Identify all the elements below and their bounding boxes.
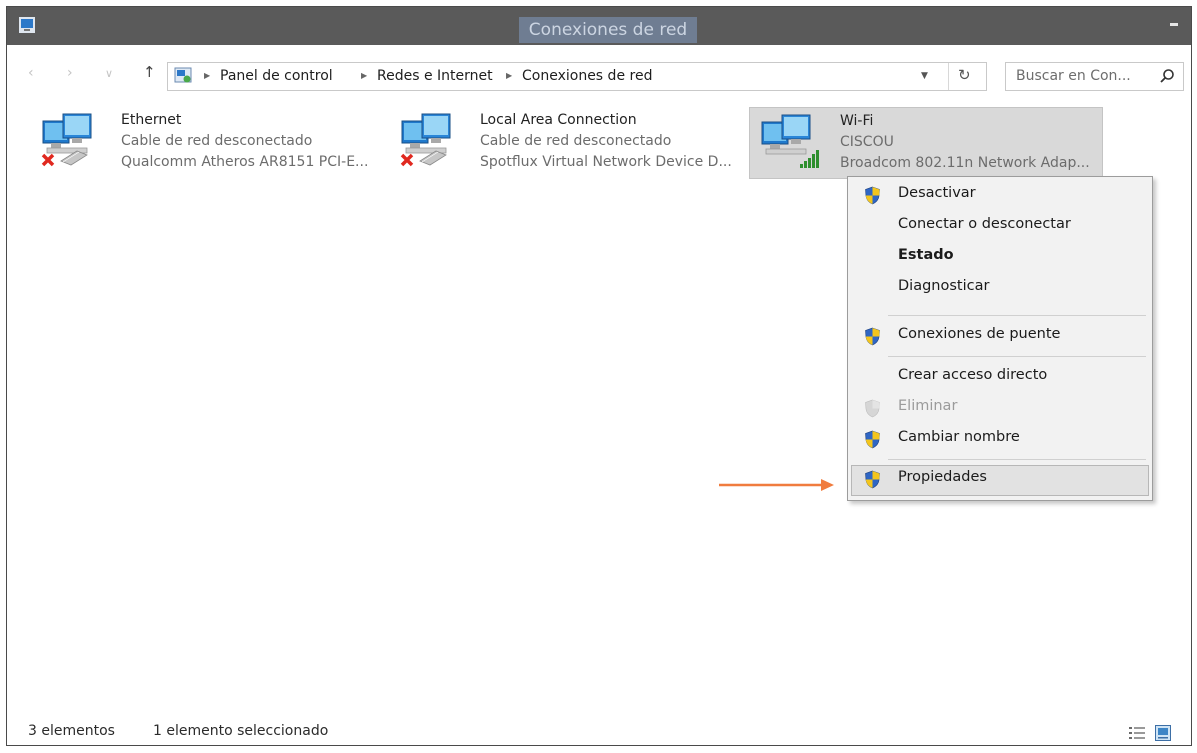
status-bar: 3 elementos 1 elemento seleccionado xyxy=(7,713,1191,745)
recent-locations-button[interactable]: ∨ xyxy=(105,67,113,80)
menu-item-label: Crear acceso directo xyxy=(898,367,1048,383)
menu-item-label: Cambiar nombre xyxy=(898,429,1020,445)
shield-icon xyxy=(865,430,880,449)
connection-device: Broadcom 802.11n Network Adap... xyxy=(840,155,1090,171)
menu-item-label: Propiedades xyxy=(898,469,987,485)
breadcrumb-redes-e-internet[interactable]: Redes e Internet xyxy=(377,68,493,84)
explorer-window: Conexiones de red ‹ › ∨ ↑ ▶ Panel de con… xyxy=(6,6,1192,746)
menu-item-label: Eliminar xyxy=(898,398,958,414)
orange-arrow-annotation xyxy=(719,479,834,491)
connection-details: Wi-Fi CISCOU Broadcom 802.11n Network Ad… xyxy=(840,111,1090,174)
menu-separator xyxy=(888,459,1146,460)
network-connections-app-icon xyxy=(19,17,35,33)
chevron-right-icon: ▶ xyxy=(204,71,211,80)
menu-item-label: Conexiones de puente xyxy=(898,326,1061,342)
connection-name: Local Area Connection xyxy=(480,112,637,128)
connection-wifi[interactable]: Wi-Fi CISCOU Broadcom 802.11n Network Ad… xyxy=(749,107,1103,179)
menu-item-label: Estado xyxy=(898,247,954,263)
chevron-right-icon: ▶ xyxy=(361,71,368,80)
address-bar[interactable]: ▶ Panel de control ▶ Redes e Internet ▶ … xyxy=(167,62,987,91)
menu-item-cambiar-nombre[interactable]: Cambiar nombre xyxy=(851,425,1149,453)
search-placeholder: Buscar en Con... xyxy=(1016,68,1131,84)
menu-item-conectar-desconectar[interactable]: Conectar o desconectar xyxy=(851,212,1149,240)
shield-icon xyxy=(865,470,880,489)
menu-separator xyxy=(888,315,1146,316)
connection-name: Wi-Fi xyxy=(840,113,874,129)
menu-item-conexiones-puente[interactable]: Conexiones de puente xyxy=(851,322,1149,350)
menu-item-desactivar[interactable]: Desactivar xyxy=(851,181,1149,209)
search-icon[interactable] xyxy=(1159,68,1175,84)
back-button[interactable]: ‹ xyxy=(28,65,34,81)
wired-disconnected-icon xyxy=(41,113,92,167)
shield-icon xyxy=(865,186,880,205)
address-divider xyxy=(948,63,949,90)
minimize-icon xyxy=(1170,23,1178,26)
chevron-right-icon: ▶ xyxy=(506,71,513,80)
breadcrumb-panel-de-control[interactable]: Panel de control xyxy=(220,68,333,84)
window-title: Conexiones de red xyxy=(519,17,697,43)
menu-item-label: Conectar o desconectar xyxy=(898,216,1071,232)
menu-item-diagnosticar[interactable]: Diagnosticar xyxy=(851,274,1149,302)
menu-item-eliminar: Eliminar xyxy=(851,394,1149,422)
minimize-button[interactable] xyxy=(1167,17,1181,33)
title-bar: Conexiones de red xyxy=(7,7,1191,45)
connection-status: Cable de red desconectado xyxy=(480,133,672,149)
connection-details: Ethernet Cable de red desconectado Qualc… xyxy=(121,110,368,173)
shield-icon xyxy=(865,327,880,346)
connection-ethernet[interactable]: Ethernet Cable de red desconectado Qualc… xyxy=(31,107,385,179)
wired-disconnected-icon xyxy=(400,113,451,167)
control-panel-icon xyxy=(174,67,192,83)
chevron-down-icon[interactable]: ▼ xyxy=(921,71,928,81)
connection-device: Spotflux Virtual Network Device D... xyxy=(480,154,732,170)
connection-local-area[interactable]: Local Area Connection Cable de red desco… xyxy=(390,107,744,179)
search-box[interactable]: Buscar en Con... xyxy=(1005,62,1184,91)
menu-item-label: Desactivar xyxy=(898,185,976,201)
menu-item-estado[interactable]: Estado xyxy=(851,243,1149,271)
selection-count: 1 elemento seleccionado xyxy=(153,723,329,739)
up-button[interactable]: ↑ xyxy=(143,63,156,81)
connection-status: Cable de red desconectado xyxy=(121,133,313,149)
shield-icon xyxy=(865,399,880,418)
connection-name: Ethernet xyxy=(121,112,182,128)
breadcrumb-conexiones-de-red[interactable]: Conexiones de red xyxy=(522,68,652,84)
details-view-icon[interactable] xyxy=(1129,726,1145,740)
refresh-icon[interactable]: ↻ xyxy=(958,66,971,84)
context-menu: Desactivar Conectar o desconectar Estado… xyxy=(847,176,1153,501)
navigation-bar: ‹ › ∨ ↑ ▶ Panel de control ▶ Redes e Int… xyxy=(7,45,1191,105)
menu-item-propiedades[interactable]: Propiedades xyxy=(851,465,1149,496)
menu-separator xyxy=(888,356,1146,357)
large-icons-view-icon[interactable] xyxy=(1155,725,1171,741)
connection-status: CISCOU xyxy=(840,134,894,150)
connection-device: Qualcomm Atheros AR8151 PCI-E... xyxy=(121,154,369,170)
connection-details: Local Area Connection Cable de red desco… xyxy=(480,110,732,173)
menu-item-crear-acceso-directo[interactable]: Crear acceso directo xyxy=(851,363,1149,391)
item-count: 3 elementos xyxy=(28,723,115,739)
wifi-signal-icon xyxy=(761,114,819,168)
forward-button[interactable]: › xyxy=(67,65,73,81)
menu-item-label: Diagnosticar xyxy=(898,278,990,294)
